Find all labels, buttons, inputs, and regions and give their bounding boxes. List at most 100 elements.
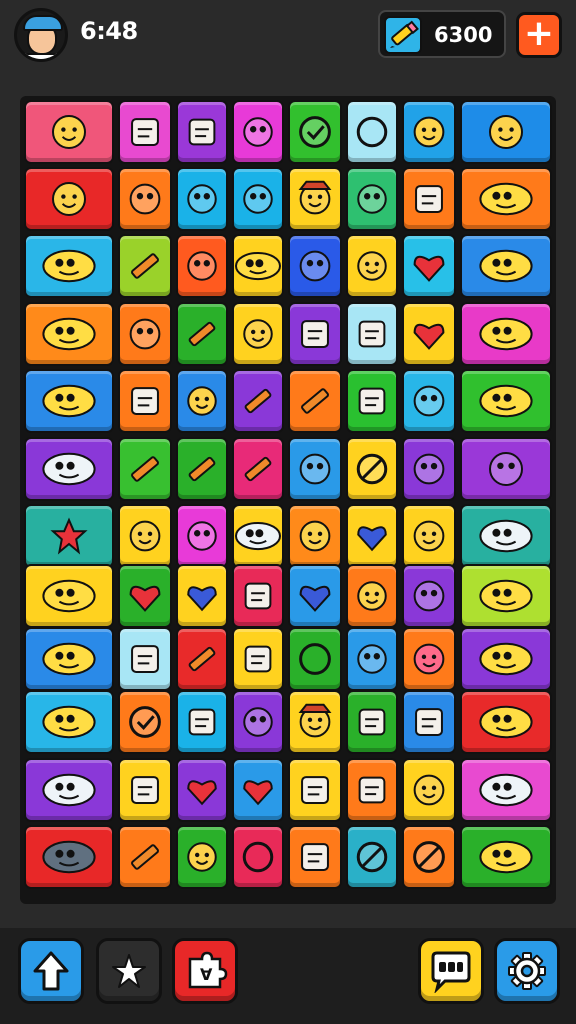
board-tile[interactable] [346, 369, 398, 433]
board-tile[interactable] [346, 167, 398, 231]
upgrade-button[interactable] [18, 938, 84, 1004]
shuffle-button[interactable]: ∀ [172, 938, 238, 1004]
board-tile[interactable] [24, 564, 114, 628]
board-tile[interactable] [288, 100, 342, 164]
board-tile[interactable] [402, 758, 456, 822]
board-tile[interactable] [118, 167, 172, 231]
board-tile[interactable] [346, 690, 398, 754]
board-tile[interactable] [346, 504, 398, 568]
board-tile[interactable] [118, 564, 172, 628]
board-tile[interactable] [176, 100, 228, 164]
board-tile[interactable] [402, 504, 456, 568]
board-tile[interactable] [460, 167, 552, 231]
board-tile[interactable] [288, 690, 342, 754]
board-tile[interactable] [176, 167, 228, 231]
board-tile[interactable] [176, 690, 228, 754]
board-tile[interactable] [24, 100, 114, 164]
player-avatar[interactable] [14, 8, 68, 62]
board-tile[interactable] [176, 758, 228, 822]
board-tile[interactable] [346, 564, 398, 628]
board-tile[interactable] [288, 504, 342, 568]
board-tile[interactable] [232, 302, 284, 366]
board-tile[interactable] [24, 504, 114, 568]
board-tile[interactable] [232, 564, 284, 628]
board-tile[interactable] [288, 234, 342, 298]
board-tile[interactable] [402, 167, 456, 231]
board-tile[interactable] [118, 690, 172, 754]
board-tile[interactable] [118, 437, 172, 501]
chat-button[interactable] [418, 938, 484, 1004]
board-tile[interactable] [176, 564, 228, 628]
board-tile[interactable] [24, 690, 114, 754]
board-tile[interactable] [24, 825, 114, 889]
board-tile[interactable] [232, 504, 284, 568]
board-tile[interactable] [460, 100, 552, 164]
board-tile[interactable] [288, 167, 342, 231]
board-tile[interactable] [460, 302, 552, 366]
board-tile[interactable] [460, 627, 552, 691]
board-tile[interactable] [232, 825, 284, 889]
board-tile[interactable] [232, 234, 284, 298]
board-tile[interactable] [24, 369, 114, 433]
board-tile[interactable] [402, 100, 456, 164]
board-tile[interactable] [460, 758, 552, 822]
board-tile[interactable] [402, 369, 456, 433]
board-tile[interactable] [232, 437, 284, 501]
board-tile[interactable] [232, 627, 284, 691]
board-tile[interactable] [346, 437, 398, 501]
board-tile[interactable] [118, 825, 172, 889]
add-coins-button[interactable]: + [516, 12, 562, 58]
board-tile[interactable] [176, 369, 228, 433]
board-tile[interactable] [346, 100, 398, 164]
board-tile[interactable] [176, 627, 228, 691]
board-tile[interactable] [346, 627, 398, 691]
board-tile[interactable] [118, 758, 172, 822]
board-tile[interactable] [288, 369, 342, 433]
board-tile[interactable] [402, 627, 456, 691]
board-tile[interactable] [24, 758, 114, 822]
board-tile[interactable] [346, 234, 398, 298]
board-tile[interactable] [288, 825, 342, 889]
board-tile[interactable] [460, 504, 552, 568]
coin-counter[interactable]: 6300 [378, 10, 506, 58]
board-tile[interactable] [176, 437, 228, 501]
board-tile[interactable] [402, 437, 456, 501]
board-tile[interactable] [176, 504, 228, 568]
board-tile[interactable] [118, 369, 172, 433]
board-tile[interactable] [24, 302, 114, 366]
board-tile[interactable] [24, 234, 114, 298]
board-tile[interactable] [402, 690, 456, 754]
board-tile[interactable] [24, 167, 114, 231]
board-tile[interactable] [402, 234, 456, 298]
board-tile[interactable] [460, 564, 552, 628]
board-tile[interactable] [346, 825, 398, 889]
star-button[interactable] [96, 938, 162, 1004]
board-tile[interactable] [402, 564, 456, 628]
board-tile[interactable] [232, 167, 284, 231]
board-tile[interactable] [460, 690, 552, 754]
settings-button[interactable] [494, 938, 560, 1004]
board-tile[interactable] [460, 825, 552, 889]
board-tile[interactable] [288, 302, 342, 366]
board-tile[interactable] [24, 437, 114, 501]
board-tile[interactable] [118, 234, 172, 298]
board-tile[interactable] [118, 302, 172, 366]
board-tile[interactable] [232, 690, 284, 754]
board-tile[interactable] [402, 302, 456, 366]
board-tile[interactable] [232, 758, 284, 822]
board-tile[interactable] [288, 564, 342, 628]
board-tile[interactable] [24, 627, 114, 691]
board-tile[interactable] [118, 100, 172, 164]
board-tile[interactable] [176, 302, 228, 366]
board-tile[interactable] [346, 758, 398, 822]
board-tile[interactable] [176, 825, 228, 889]
board-tile[interactable] [118, 504, 172, 568]
board-tile[interactable] [118, 627, 172, 691]
board-tile[interactable] [232, 100, 284, 164]
board-tile[interactable] [176, 234, 228, 298]
board-tile[interactable] [346, 302, 398, 366]
board-tile[interactable] [288, 437, 342, 501]
board-tile[interactable] [402, 825, 456, 889]
board-tile[interactable] [460, 437, 552, 501]
board-tile[interactable] [460, 234, 552, 298]
